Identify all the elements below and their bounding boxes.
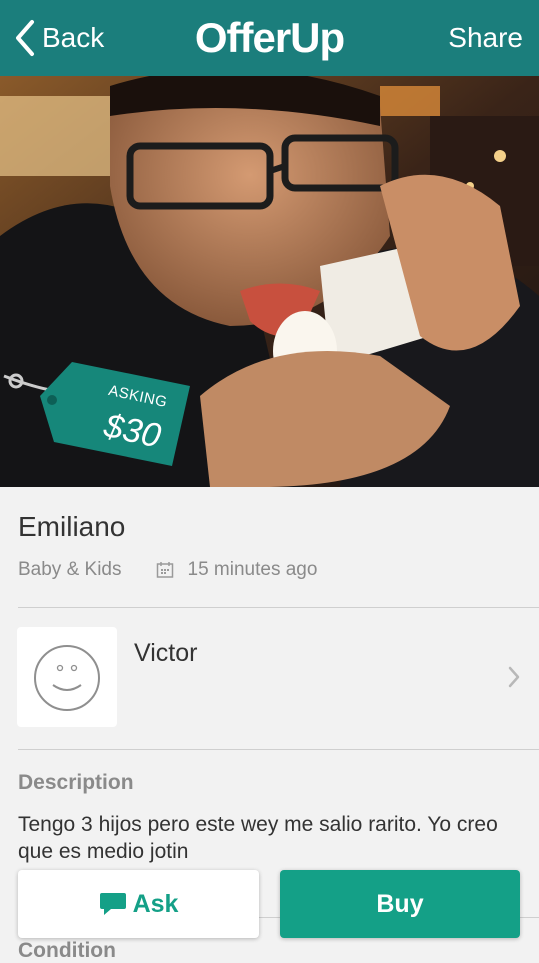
buy-label: Buy (376, 889, 424, 918)
price-tag (3, 362, 190, 466)
ask-label: Ask (132, 889, 179, 918)
description-text: Tengo 3 hijos pero este wey me salio rar… (18, 813, 498, 863)
category-label[interactable]: Baby & Kids (18, 559, 122, 581)
divider (18, 749, 539, 750)
condition-heading: Condition (18, 939, 116, 962)
top-nav-bar: Back OfferUp Share (0, 0, 539, 76)
listing-title: Emiliano (18, 511, 126, 542)
listing-meta: Baby & Kids 15 minutes ago (18, 559, 317, 581)
posted-time: 15 minutes ago (187, 559, 318, 580)
seller-row[interactable]: Victor (0, 625, 539, 729)
buy-button[interactable]: Buy (280, 870, 520, 938)
ask-button[interactable]: Ask (18, 870, 259, 938)
listing-photo[interactable]: ASKING $30 (0, 76, 539, 487)
listing-details: Emiliano Baby & Kids 15 minutes ago Vict… (0, 487, 539, 962)
chevron-right-icon (508, 666, 520, 688)
chat-bubble-icon (99, 893, 126, 915)
smiley-avatar-icon (34, 645, 100, 711)
calendar-icon (156, 562, 173, 578)
seller-name: Victor (134, 639, 198, 667)
share-button[interactable]: Share (448, 22, 523, 54)
divider (18, 607, 539, 608)
avatar (17, 627, 117, 727)
description-heading: Description (18, 771, 134, 794)
